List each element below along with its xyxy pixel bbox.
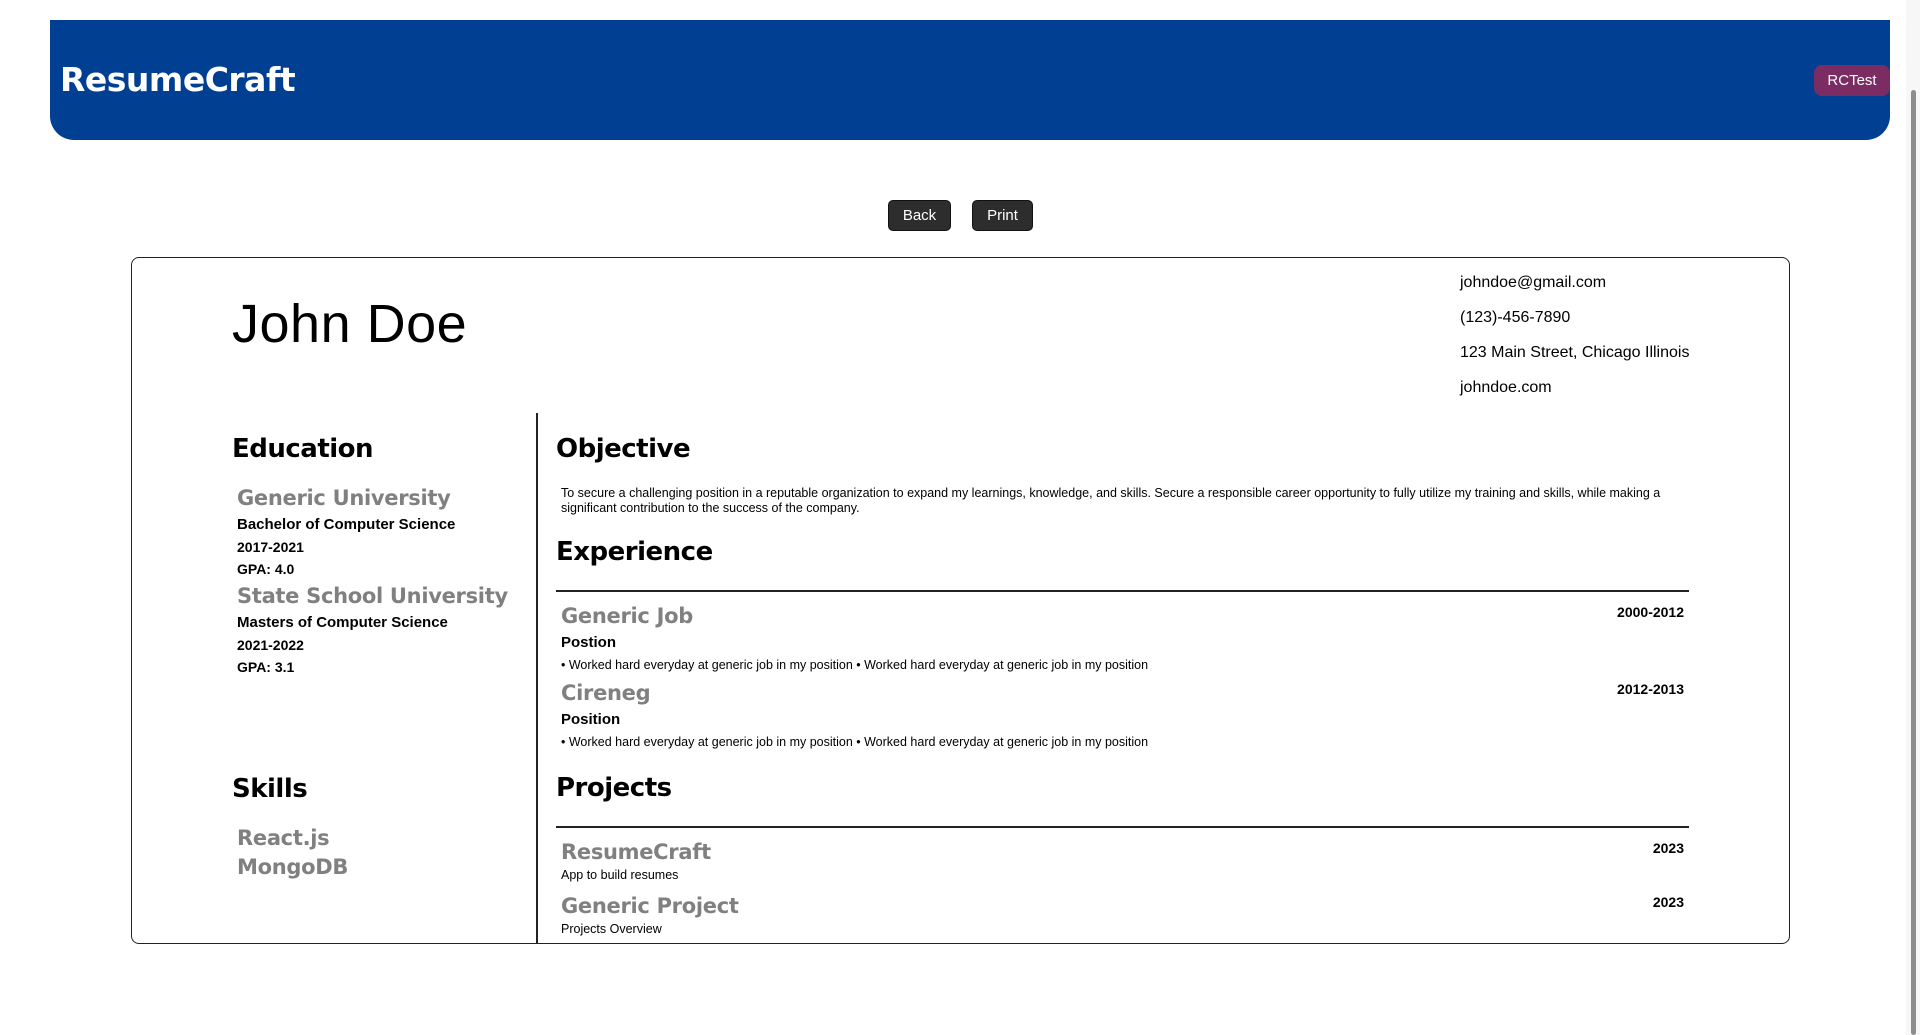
education-gpa: GPA: 4.0 (237, 561, 295, 577)
resume-preview: John Doe johndoe@gmail.com (123)-456-789… (131, 257, 1790, 944)
project-item: ResumeCraft 2023 App to build resumes (561, 840, 1684, 884)
school-name: Generic University (237, 486, 451, 510)
page-scrollbar[interactable] (1906, 0, 1920, 1035)
skills-list: React.js MongoDB (237, 824, 348, 882)
education-item: Generic University Bachelor of Computer … (237, 486, 537, 580)
project-description: App to build resumes (561, 868, 679, 882)
user-menu-button[interactable]: RCTest (1814, 65, 1890, 96)
position-title: Postion (561, 634, 616, 651)
company-name: Generic Job (561, 604, 693, 628)
app-logo[interactable]: ResumeCraft (60, 60, 296, 99)
objective-text: To secure a challenging position in a re… (561, 486, 1661, 515)
resume-actions: Back Print (0, 200, 1920, 232)
experience-dates: 2000-2012 (1617, 604, 1684, 620)
education-list: Generic University Bachelor of Computer … (237, 486, 537, 682)
contact-info: johndoe@gmail.com (123)-456-7890 123 Mai… (1460, 273, 1689, 413)
contact-address: 123 Main Street, Chicago Illinois (1460, 344, 1690, 361)
experience-description: • Worked hard everyday at generic job in… (561, 658, 1149, 672)
experience-description: • Worked hard everyday at generic job in… (561, 735, 1149, 749)
experience-dates: 2012-2013 (1617, 681, 1684, 697)
app-header: ResumeCraft RCTest (50, 20, 1890, 140)
company-name: Cireneg (561, 681, 651, 705)
experience-item: Cireneg 2012-2013 Position • Worked hard… (561, 681, 1684, 751)
degree: Masters of Computer Science (237, 614, 448, 631)
education-years: 2017-2021 (237, 539, 304, 555)
experience-item: Generic Job 2000-2012 Postion • Worked h… (561, 604, 1684, 674)
projects-heading: Projects (556, 773, 672, 803)
project-year: 2023 (1652, 894, 1684, 910)
school-name: State School University (237, 584, 508, 608)
contact-website: johndoe.com (1460, 379, 1552, 396)
experience-divider (556, 590, 1689, 592)
project-name: ResumeCraft (561, 840, 711, 864)
position-title: Position (561, 711, 621, 728)
skill-item: React.js (237, 826, 330, 850)
resume-name: John Doe (232, 294, 468, 354)
objective-heading: Objective (556, 434, 691, 464)
education-years: 2021-2022 (237, 637, 304, 653)
project-description: Projects Overview (561, 922, 662, 936)
skill-item: MongoDB (237, 855, 349, 879)
projects-divider (556, 826, 1689, 828)
experience-heading: Experience (556, 537, 713, 567)
project-year: 2023 (1652, 840, 1684, 856)
print-button[interactable]: Print (972, 200, 1033, 231)
education-heading: Education (232, 434, 374, 464)
skills-heading: Skills (232, 774, 308, 804)
contact-email: johndoe@gmail.com (1460, 274, 1607, 291)
back-button[interactable]: Back (888, 200, 951, 231)
degree: Bachelor of Computer Science (237, 516, 456, 533)
education-gpa: GPA: 3.1 (237, 659, 295, 675)
project-item: Generic Project 2023 Projects Overview (561, 894, 1684, 938)
contact-phone: (123)-456-7890 (1460, 309, 1571, 326)
project-name: Generic Project (561, 894, 739, 918)
education-item: State School University Masters of Compu… (237, 584, 537, 678)
